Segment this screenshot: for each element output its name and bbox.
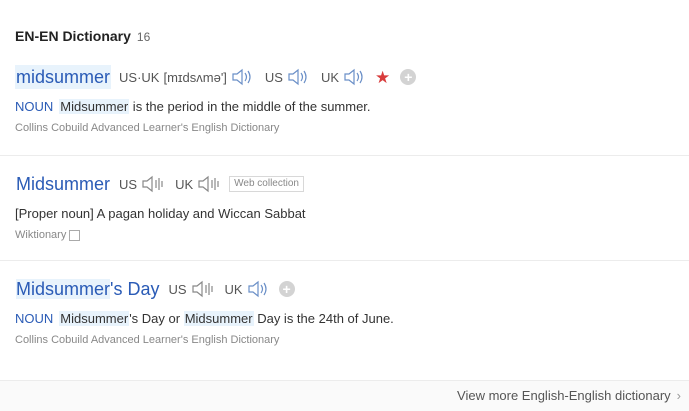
definition-text: is the period in the middle of the summe…: [129, 99, 371, 114]
definition-text: 's Day or: [129, 311, 184, 326]
headword[interactable]: midsummer: [15, 65, 112, 89]
divider: [0, 260, 689, 261]
web-collection-tag: Web collection: [229, 176, 304, 192]
entry-midsummer: midsummer US·UK [mɪdsʌmə'] US UK ★ + NOU…: [15, 64, 689, 134]
pronunciation-us-uk: US·UK [mɪdsʌmə']: [119, 68, 253, 86]
uk-label: UK: [224, 281, 243, 297]
pronunciation-uk: UK: [225, 280, 269, 298]
highlighted-word: Midsummer: [59, 311, 130, 326]
pronunciation-uk: UK: [175, 175, 221, 193]
dictionary-title: EN-EN Dictionary: [15, 28, 131, 44]
speaker-icon[interactable]: [191, 280, 215, 298]
highlighted-word: Midsummer: [59, 99, 130, 114]
chevron-right-icon: ›: [676, 388, 681, 403]
entry-midsummer-proper: Midsummer US UK Web collection [Proper n…: [15, 171, 689, 241]
star-icon[interactable]: ★: [375, 69, 390, 86]
part-of-speech: NOUN: [15, 311, 54, 326]
highlighted-word: Midsummer: [183, 311, 254, 326]
us-label: US: [119, 176, 138, 192]
uk-label: UK: [320, 69, 340, 85]
speaker-icon[interactable]: [287, 68, 309, 86]
speaker-icon[interactable]: [247, 280, 269, 298]
definition-text: [Proper noun] A pagan holiday and Wiccan…: [15, 206, 306, 221]
source-label: Wiktionary: [15, 229, 67, 241]
source: Collins Cobuild Advanced Learner's Engli…: [15, 334, 689, 346]
part-of-speech: NOUN: [15, 99, 54, 114]
add-icon[interactable]: +: [400, 69, 417, 85]
source: Collins Cobuild Advanced Learner's Engli…: [15, 122, 689, 134]
phonetic: [mɪdsʌmə']: [163, 69, 227, 85]
pronunciation-label: US·UK: [119, 69, 160, 85]
footer: View more English-English dictionary ›: [0, 380, 689, 411]
uk-label: UK: [175, 176, 194, 192]
definition: NOUN Midsummer is the period in the middl…: [15, 98, 689, 116]
entry-midsummers-day: Midsummer's Day US UK + NOUN Midsummer's …: [15, 276, 689, 346]
view-more-label: View more English-English dictionary: [457, 388, 671, 403]
us-label: US: [264, 69, 283, 85]
view-more-link[interactable]: View more English-English dictionary ›: [457, 388, 681, 403]
source-label: Collins Cobuild Advanced Learner's Engli…: [15, 334, 280, 346]
headword[interactable]: Midsummer's Day: [15, 277, 160, 301]
definition: NOUN Midsummer's Day or Midsummer Day is …: [15, 310, 689, 328]
pronunciation-uk: UK: [321, 68, 365, 86]
definition: [Proper noun] A pagan holiday and Wiccan…: [15, 205, 689, 223]
dictionary-panel: EN-EN Dictionary 16 midsummer US·UK [mɪd…: [0, 0, 689, 411]
headword-rest: 's Day: [110, 279, 160, 299]
source: Wiktionary: [15, 229, 689, 241]
dictionary-header: EN-EN Dictionary 16: [15, 28, 150, 44]
pronunciation-us: US: [265, 68, 309, 86]
headword[interactable]: Midsummer: [15, 172, 111, 196]
pronunciation-us: US: [119, 175, 165, 193]
copy-icon[interactable]: [69, 229, 81, 241]
us-label: US: [168, 281, 187, 297]
speaker-icon[interactable]: [141, 175, 165, 193]
speaker-icon[interactable]: [231, 68, 253, 86]
definition-text: Day is the 24th of June.: [253, 311, 394, 326]
speaker-icon[interactable]: [197, 175, 221, 193]
divider: [0, 155, 689, 156]
add-icon[interactable]: +: [278, 281, 295, 297]
headword-highlight: Midsummer: [16, 279, 111, 299]
pronunciation-us: US: [168, 280, 214, 298]
speaker-icon[interactable]: [343, 68, 365, 86]
source-label: Collins Cobuild Advanced Learner's Engli…: [15, 122, 280, 134]
result-count: 16: [136, 30, 151, 44]
